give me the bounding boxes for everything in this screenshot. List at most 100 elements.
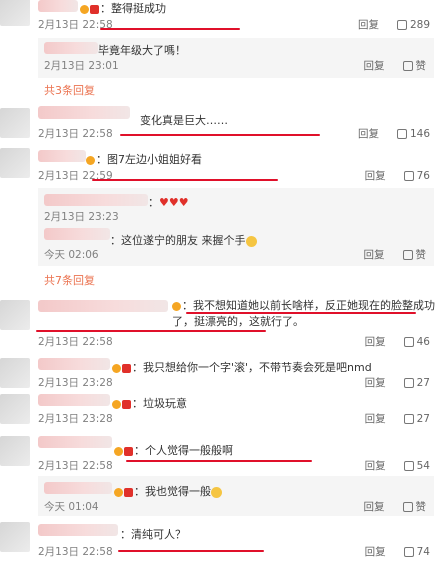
username-blurred[interactable] <box>44 482 112 494</box>
reply-time: 今天 01:04 <box>44 501 99 513</box>
reply-text: ：我也觉得一般 <box>114 483 222 499</box>
comment-time: 2月13日 23:28 <box>38 377 113 389</box>
thumbs-up-icon <box>403 546 414 557</box>
thumbs-up-icon <box>403 413 414 424</box>
heart-emoji-icon: ♥♥♥ <box>159 196 189 209</box>
heart-badge-icon <box>122 363 131 373</box>
comment-time: 2月13日 22:58 <box>38 546 113 558</box>
vip-badge-icon <box>112 363 121 373</box>
comment-actions: 回复 46 <box>365 334 430 349</box>
avatar[interactable] <box>0 522 30 552</box>
avatar[interactable] <box>0 436 30 466</box>
comment-time: 2月13日 23:28 <box>38 413 113 425</box>
reply-text: ：♥♥♥ <box>148 196 189 209</box>
comment-text: ：个人觉得一般般啊 <box>114 442 233 458</box>
reply-actions: 回复 赞 <box>364 499 427 514</box>
reply-text: ：这位遂宁的朋友 来握个手 <box>110 232 257 248</box>
like-button[interactable]: 赞 <box>402 247 426 262</box>
like-button[interactable]: 289 <box>396 19 430 31</box>
reply-button[interactable]: 回复 <box>365 168 386 183</box>
heart-badge-icon <box>124 487 133 497</box>
username-blurred[interactable] <box>38 150 86 162</box>
reply-button[interactable]: 回复 <box>364 247 385 262</box>
reply-time: 2月13日 23:23 <box>44 211 119 223</box>
comment-actions: 回复 146 <box>358 126 430 141</box>
comment-item: ：我只想给你一个字'滚'，不带节奏会死是吧nmd 2月13日 23:28 回复 … <box>0 356 446 390</box>
thumbs-up-icon <box>396 19 407 30</box>
like-button[interactable]: 27 <box>403 413 430 425</box>
like-button[interactable]: 46 <box>403 336 430 348</box>
comment-item: ：清纯可人？ 2月13日 22:58 回复 74 <box>0 520 446 566</box>
comment-time: 2月13日 22:58 <box>38 128 113 140</box>
comment-actions: 回复 76 <box>365 168 430 183</box>
avatar[interactable] <box>0 358 30 388</box>
reply-actions: 回复 赞 <box>364 58 427 73</box>
reply-text: 毕竟年级大了嗎！ <box>98 44 186 57</box>
more-replies-link[interactable]: 共3条回复 <box>44 82 95 98</box>
heart-badge-icon <box>124 446 133 456</box>
comment-text: ：整得挺成功 <box>80 0 166 16</box>
vip-badge-icon <box>114 446 123 456</box>
comment-actions: 回复 54 <box>365 458 430 473</box>
comment-text: ：我只想给你一个字'滚'，不带节奏会死是吧nmd <box>112 359 372 375</box>
comment-text: ：垃圾玩意 <box>112 395 187 411</box>
comment-feed: ：整得挺成功 2月13日 22:58 回复 289 毕竟年级大了嗎！ 2月13日… <box>0 0 446 566</box>
reply-box: 毕竟年级大了嗎！ 2月13日 23:01 回复 赞 <box>38 38 434 78</box>
avatar[interactable] <box>0 394 30 424</box>
comment-actions: 回复 74 <box>365 544 430 559</box>
comment-item: 变化真是巨大…… 2月13日 22:58 回复 146 <box>0 104 446 148</box>
avatar[interactable] <box>0 148 30 178</box>
thumbs-up-icon <box>402 501 413 512</box>
comment-text: ：清纯可人？ <box>120 528 186 541</box>
avatar[interactable] <box>0 0 30 26</box>
like-button[interactable]: 146 <box>396 128 430 140</box>
comment-actions: 回复 27 <box>365 375 430 390</box>
like-button[interactable]: 74 <box>403 546 430 558</box>
more-replies-link[interactable]: 共7条回复 <box>44 272 95 288</box>
like-button[interactable]: 76 <box>403 170 430 182</box>
thumbs-up-icon <box>403 377 414 388</box>
reply-box: ：我也觉得一般 今天 01:04 回复 赞 <box>38 476 434 516</box>
comment-text: 变化真是巨大…… <box>140 114 228 127</box>
avatar[interactable] <box>0 300 30 330</box>
reply-button[interactable]: 回复 <box>364 499 385 514</box>
comment-item: ：我不想知道她以前长啥样，反正她现在的脸整成功了，挺漂亮的，这就行了。 2月13… <box>0 298 446 350</box>
avatar[interactable] <box>0 108 30 138</box>
reply-button[interactable]: 回复 <box>365 458 386 473</box>
red-underline <box>36 330 266 332</box>
username-blurred[interactable] <box>38 394 110 406</box>
like-button[interactable]: 赞 <box>402 499 426 514</box>
username-blurred[interactable] <box>44 194 148 206</box>
vip-badge-icon <box>112 399 121 409</box>
username-blurred[interactable] <box>38 358 110 370</box>
username-blurred[interactable] <box>38 0 78 12</box>
comment-time: 2月13日 22:58 <box>38 460 113 472</box>
red-underline <box>92 179 278 181</box>
reply-button[interactable]: 回复 <box>365 544 386 559</box>
heart-badge-icon <box>90 4 99 14</box>
grin-emoji-icon <box>211 486 222 498</box>
vip-badge-icon <box>114 487 123 497</box>
reply-button[interactable]: 回复 <box>365 334 386 349</box>
like-button[interactable]: 54 <box>403 460 430 472</box>
username-blurred[interactable] <box>44 42 98 54</box>
comment-text: ：图7左边小姐姐好看 <box>86 151 202 167</box>
reply-box: ：♥♥♥ 2月13日 23:23 ：这位遂宁的朋友 来握个手 今天 02:06 … <box>38 188 434 266</box>
username-blurred[interactable] <box>38 436 112 448</box>
red-underline <box>120 134 320 136</box>
reply-button[interactable]: 回复 <box>358 126 379 141</box>
reply-actions: 回复 赞 <box>364 247 427 262</box>
username-blurred[interactable] <box>38 106 130 119</box>
username-blurred[interactable] <box>38 524 118 536</box>
username-blurred[interactable] <box>44 228 110 240</box>
thumbs-up-icon <box>402 60 413 71</box>
thumbs-up-icon <box>403 460 414 471</box>
reply-button[interactable]: 回复 <box>358 17 379 32</box>
reply-button[interactable]: 回复 <box>364 58 385 73</box>
like-button[interactable]: 赞 <box>402 58 426 73</box>
reply-time: 今天 02:06 <box>44 249 99 261</box>
reply-button[interactable]: 回复 <box>365 411 386 426</box>
reply-time: 2月13日 23:01 <box>44 60 119 72</box>
like-button[interactable]: 27 <box>403 377 430 389</box>
reply-button[interactable]: 回复 <box>365 375 386 390</box>
